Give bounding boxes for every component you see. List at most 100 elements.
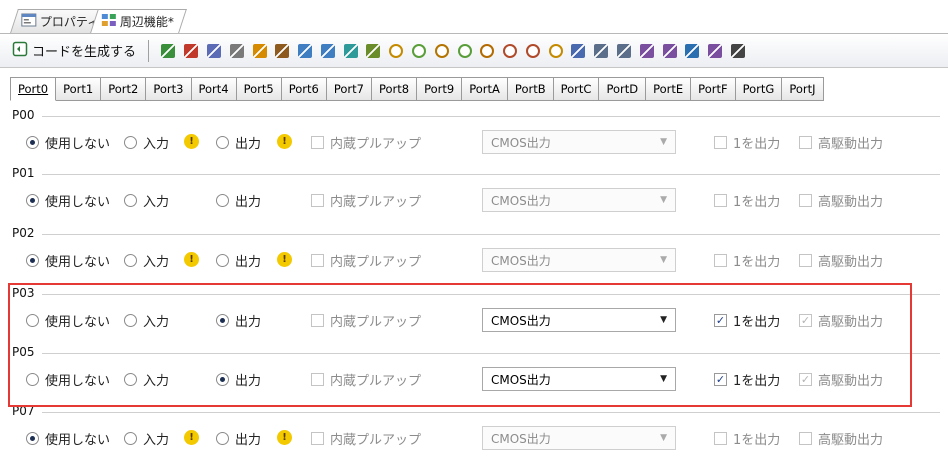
- tab-port-port2[interactable]: Port2: [101, 77, 147, 101]
- tab-port-port9[interactable]: Port9: [417, 77, 463, 101]
- tab-peripheral[interactable]: 周辺機能*: [90, 9, 187, 33]
- module-icon[interactable]: [298, 43, 313, 58]
- pullup-option[interactable]: 内蔵プルアップ: [311, 429, 421, 448]
- network2-icon[interactable]: [617, 43, 632, 58]
- unused-radio-option[interactable]: 使用しない: [26, 251, 110, 270]
- output-type-select[interactable]: CMOS出力 ▼: [482, 426, 676, 450]
- output-type-select[interactable]: CMOS出力 ▼: [482, 130, 676, 154]
- pullup-checkbox[interactable]: [311, 254, 324, 267]
- unused-radio-option[interactable]: 使用しない: [26, 133, 110, 152]
- unused-radio-option[interactable]: 使用しない: [26, 429, 110, 448]
- output-1-option[interactable]: 1を出力: [714, 251, 780, 270]
- output-radio-option[interactable]: 出力: [216, 133, 261, 152]
- output-1-checkbox[interactable]: [714, 432, 727, 445]
- tab-port-portc[interactable]: PortC: [553, 77, 600, 101]
- output-type-select[interactable]: CMOS出力 ▼: [482, 188, 676, 212]
- pullup-option[interactable]: 内蔵プルアップ: [311, 251, 421, 270]
- tab-port-porta[interactable]: PortA: [462, 77, 508, 101]
- component-icon[interactable]: [161, 43, 176, 58]
- output-1-checkbox[interactable]: [714, 254, 727, 267]
- link-icon[interactable]: [206, 43, 221, 58]
- output-1-option[interactable]: 1を出力: [714, 429, 780, 448]
- pullup-checkbox[interactable]: [311, 136, 324, 149]
- timer2-icon[interactable]: [412, 43, 426, 58]
- unused-radio[interactable]: [26, 254, 39, 267]
- input-radio[interactable]: [124, 194, 137, 207]
- counter-icon[interactable]: [730, 43, 745, 58]
- input-radio[interactable]: [124, 136, 137, 149]
- output-1-option[interactable]: 1を出力: [714, 191, 780, 210]
- output-radio[interactable]: [216, 136, 229, 149]
- unused-radio[interactable]: [26, 194, 39, 207]
- music3-icon[interactable]: [708, 43, 723, 58]
- bolt-icon[interactable]: [252, 43, 267, 58]
- output-radio[interactable]: [216, 194, 229, 207]
- tab-port-porte[interactable]: PortE: [646, 77, 692, 101]
- input-radio[interactable]: [124, 254, 137, 267]
- network-icon[interactable]: [594, 43, 609, 58]
- io-icon[interactable]: [366, 43, 381, 58]
- timer7-icon[interactable]: [525, 43, 540, 58]
- tab-port-port3[interactable]: Port3: [146, 77, 192, 101]
- unused-radio[interactable]: [26, 136, 39, 149]
- timer6-icon[interactable]: [503, 43, 518, 58]
- tab-port-portg[interactable]: PortG: [735, 77, 783, 101]
- pullup-option[interactable]: 内蔵プルアップ: [311, 191, 421, 210]
- input-radio-option[interactable]: 入力: [124, 191, 169, 210]
- timer8-icon[interactable]: [548, 43, 563, 58]
- pullup-option[interactable]: 内蔵プルアップ: [311, 133, 421, 152]
- add-icon[interactable]: [184, 43, 199, 58]
- input-radio-option[interactable]: 入力: [124, 251, 169, 270]
- generate-code-button[interactable]: コードを生成する: [8, 38, 140, 64]
- timer-icon[interactable]: [389, 43, 404, 58]
- high-drive-option[interactable]: 高駆動出力: [799, 133, 883, 152]
- chip-icon[interactable]: [275, 43, 290, 58]
- output-radio-option[interactable]: 出力: [216, 429, 261, 448]
- timer5-icon[interactable]: [480, 43, 495, 58]
- connect-icon[interactable]: [343, 43, 358, 58]
- unused-radio-option[interactable]: 使用しない: [26, 191, 110, 210]
- tab-port-portd[interactable]: PortD: [599, 77, 647, 101]
- input-radio[interactable]: [124, 432, 137, 445]
- module2-icon[interactable]: [320, 43, 335, 58]
- output-label: 出力: [235, 195, 262, 210]
- high-drive-option[interactable]: 高駆動出力: [799, 429, 883, 448]
- pullup-checkbox[interactable]: [311, 194, 324, 207]
- output-type-select[interactable]: CMOS出力 ▼: [482, 248, 676, 272]
- output-1-option[interactable]: 1を出力: [714, 133, 780, 152]
- high-drive-checkbox[interactable]: [799, 194, 812, 207]
- output-1-checkbox[interactable]: [714, 194, 727, 207]
- high-drive-option[interactable]: 高駆動出力: [799, 251, 883, 270]
- tab-port-port6[interactable]: Port6: [281, 77, 327, 101]
- unused-radio[interactable]: [26, 432, 39, 445]
- output-1-checkbox[interactable]: [714, 136, 727, 149]
- high-drive-checkbox[interactable]: [799, 136, 812, 149]
- output-radio[interactable]: [216, 432, 229, 445]
- tab-port-port1[interactable]: Port1: [56, 77, 102, 101]
- high-drive-label: 高駆動出力: [818, 255, 884, 270]
- tab-port-port7[interactable]: Port7: [326, 77, 372, 101]
- tab-port-port0[interactable]: Port0: [10, 77, 57, 101]
- timer3-icon[interactable]: [434, 43, 449, 58]
- pullup-checkbox[interactable]: [311, 432, 324, 445]
- high-drive-checkbox[interactable]: [799, 432, 812, 445]
- timer4-icon[interactable]: [457, 43, 472, 58]
- output-radio-option[interactable]: 出力: [216, 191, 261, 210]
- tab-port-portb[interactable]: PortB: [507, 77, 554, 101]
- table-icon[interactable]: [571, 43, 586, 58]
- signal-icon[interactable]: [685, 43, 700, 58]
- high-drive-checkbox[interactable]: [799, 254, 812, 267]
- music-icon[interactable]: [639, 43, 654, 58]
- input-radio-option[interactable]: 入力: [124, 429, 169, 448]
- output-radio[interactable]: [216, 254, 229, 267]
- tab-port-port4[interactable]: Port4: [191, 77, 237, 101]
- output-radio-option[interactable]: 出力: [216, 251, 261, 270]
- tab-port-port5[interactable]: Port5: [236, 77, 282, 101]
- tab-port-portf[interactable]: PortF: [691, 77, 736, 101]
- tab-port-portj[interactable]: PortJ: [782, 77, 824, 101]
- tab-port-port8[interactable]: Port8: [372, 77, 418, 101]
- music2-icon[interactable]: [662, 43, 677, 58]
- graph-icon[interactable]: [229, 43, 244, 58]
- high-drive-option[interactable]: 高駆動出力: [799, 191, 883, 210]
- input-radio-option[interactable]: 入力: [124, 133, 169, 152]
